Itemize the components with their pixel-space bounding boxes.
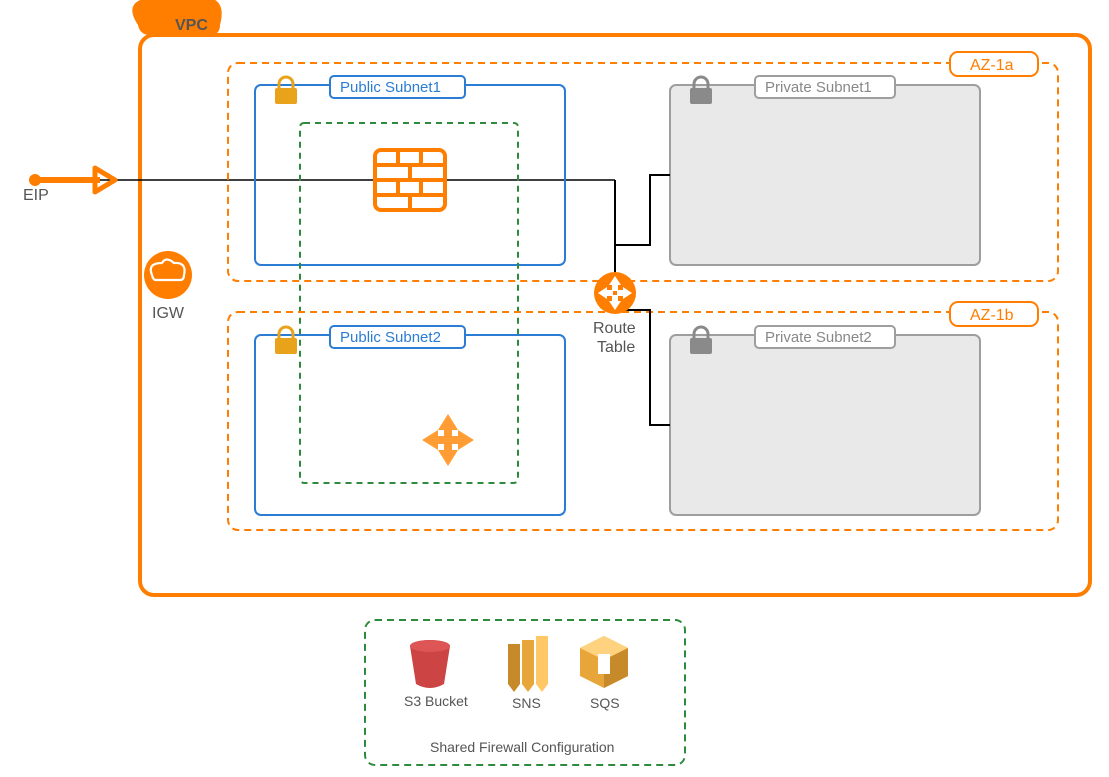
eip-arrow: EIP [23, 168, 615, 204]
public-subnet1-label: Public Subnet1 [340, 79, 441, 96]
scaling-icon [422, 414, 474, 466]
route-table-icon: Route Table [593, 272, 636, 356]
az2-label: AZ-1b [970, 307, 1014, 324]
private-subnet2-label: Private Subnet2 [765, 329, 872, 346]
private-subnet1: Private Subnet1 [670, 76, 980, 265]
private-subnet1-label: Private Subnet1 [765, 79, 872, 96]
sns-icon: SNS [508, 636, 548, 711]
vpc-label: VPC [175, 17, 208, 34]
lock-icon [275, 77, 297, 104]
public-subnet2-label: Public Subnet2 [340, 329, 441, 346]
shared-title: Shared Firewall Configuration [430, 739, 614, 755]
sns-label: SNS [512, 695, 541, 711]
vpc-cloud-icon: VPC [132, 0, 221, 35]
s3-label: S3 Bucket [404, 693, 468, 709]
private-subnet2: Private Subnet2 [670, 326, 980, 515]
igw-icon: IGW [144, 251, 192, 322]
igw-label: IGW [152, 305, 185, 322]
s3-icon: S3 Bucket [404, 640, 468, 709]
az1-label: AZ-1a [970, 57, 1014, 74]
route-label-1: Route [593, 320, 636, 337]
lock-icon [275, 327, 297, 354]
lock-icon [690, 327, 712, 354]
sqs-icon: SQS [580, 636, 628, 711]
route-label-2: Table [597, 339, 635, 356]
firewall-icon [375, 150, 445, 210]
lock-icon [690, 77, 712, 104]
eip-label: EIP [23, 187, 49, 204]
sqs-label: SQS [590, 695, 620, 711]
